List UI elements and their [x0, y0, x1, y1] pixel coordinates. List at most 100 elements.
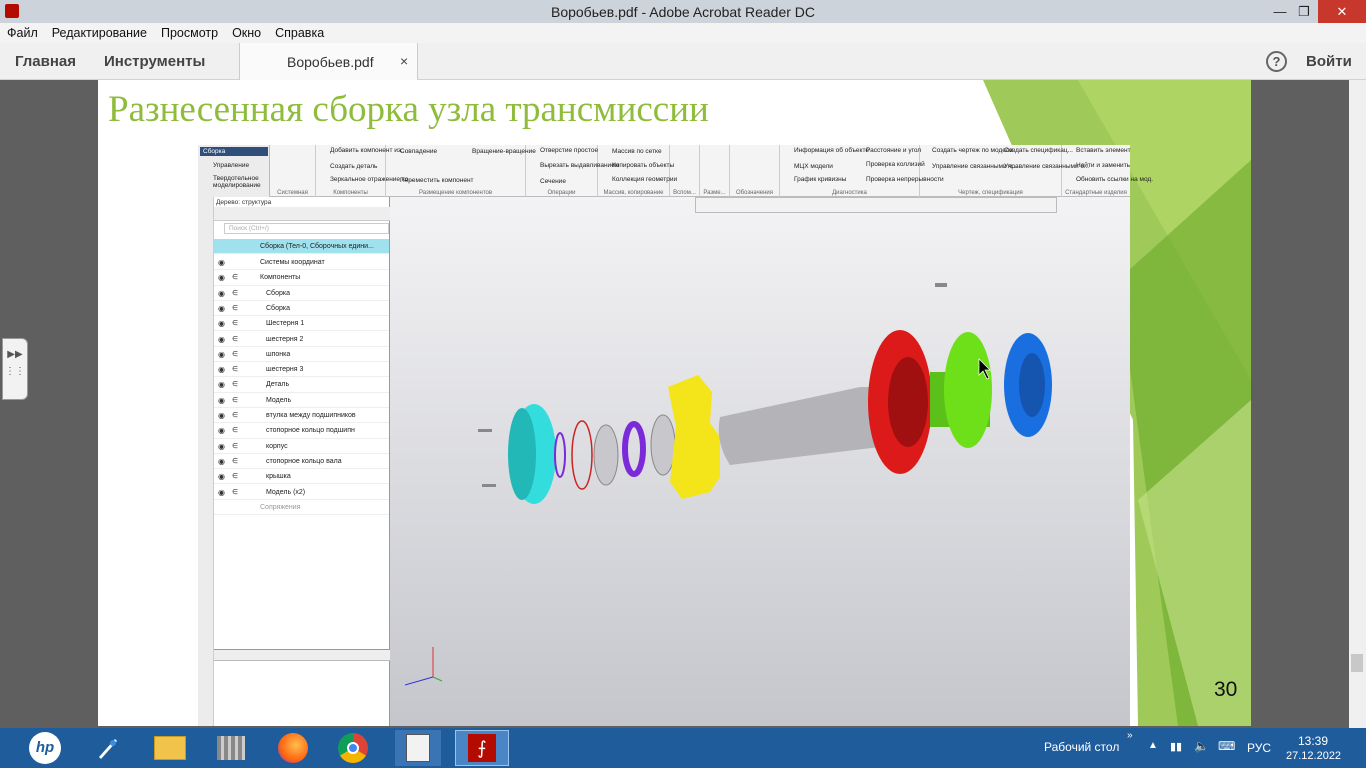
- tree-item[interactable]: ◉ ∈ Модель: [214, 393, 389, 408]
- include-icon[interactable]: ∈: [232, 301, 238, 316]
- tree-item[interactable]: ◉ ∈ Деталь: [214, 377, 389, 393]
- include-icon[interactable]: ∈: [232, 286, 238, 301]
- include-icon[interactable]: ∈: [232, 316, 238, 331]
- include-icon[interactable]: ∈: [232, 332, 238, 347]
- tree-item[interactable]: ◉ ∈ крышка: [214, 469, 389, 485]
- find-replace-button[interactable]: Найти и заменить: [1076, 162, 1130, 169]
- 3d-viewport[interactable]: [390, 197, 1130, 726]
- tree-item[interactable]: ◉ ∈ стопорное кольцо вала: [214, 454, 389, 470]
- include-icon[interactable]: ∈: [232, 485, 238, 500]
- desktop-toolbar-label[interactable]: Рабочий стол: [1044, 740, 1119, 754]
- tab-home[interactable]: Главная: [15, 53, 76, 70]
- mode-tab-assembly[interactable]: Сборка: [200, 147, 268, 156]
- visibility-eye-icon[interactable]: ◉: [218, 469, 225, 484]
- create-part-button[interactable]: Создать деталь: [330, 163, 377, 170]
- tree-item[interactable]: Сопряжения: [214, 500, 389, 516]
- curvature-graph-button[interactable]: График кривизны: [794, 176, 846, 183]
- scrollbar-thumb[interactable]: [1351, 654, 1363, 672]
- tree-item[interactable]: ◉ ∈ втулка между подшипников: [214, 408, 389, 424]
- hp-start-icon[interactable]: hp: [22, 730, 68, 766]
- coincidence-button[interactable]: Совпадение: [400, 148, 437, 155]
- visibility-eye-icon[interactable]: ◉: [218, 255, 225, 270]
- visibility-eye-icon[interactable]: ◉: [218, 408, 225, 423]
- vertical-scrollbar[interactable]: [1349, 80, 1366, 728]
- include-icon[interactable]: ∈: [232, 377, 238, 392]
- include-icon[interactable]: ∈: [232, 423, 238, 438]
- tree-search-input[interactable]: Поиск (Ctrl+/): [224, 223, 389, 234]
- include-icon[interactable]: ∈: [232, 270, 238, 285]
- minimize-button[interactable]: —: [1268, 0, 1292, 23]
- kompas-rocket-icon[interactable]: [85, 730, 131, 766]
- tree-item[interactable]: ◉ ∈ Модель (x2): [214, 485, 389, 500]
- documents-app-icon[interactable]: [395, 730, 441, 766]
- visibility-eye-icon[interactable]: ◉: [218, 332, 225, 347]
- visibility-eye-icon[interactable]: ◉: [218, 377, 225, 392]
- visibility-eye-icon[interactable]: ◉: [218, 485, 225, 500]
- create-drawing-button[interactable]: Создать чертеж по модели: [932, 147, 1013, 154]
- side-panel-toggle[interactable]: ▶▶ ⋮⋮: [2, 338, 28, 400]
- tree-item[interactable]: ◉ ∈ стопорное кольцо подшипн: [214, 423, 389, 439]
- include-icon[interactable]: ∈: [232, 439, 238, 454]
- menu-help[interactable]: Справка: [275, 26, 324, 40]
- tree-item[interactable]: ◉ ∈ шестерня 3: [214, 362, 389, 378]
- menu-file[interactable]: Файл: [7, 26, 38, 40]
- tree-item[interactable]: ◉ ∈ корпус: [214, 439, 389, 454]
- network-icon[interactable]: ▮▮: [1170, 740, 1182, 753]
- firefox-icon[interactable]: [270, 730, 316, 766]
- tree-item[interactable]: ◉ ∈ Шестерня 1: [214, 316, 389, 332]
- visibility-eye-icon[interactable]: ◉: [218, 454, 225, 469]
- building-app-icon[interactable]: [208, 730, 254, 766]
- clock-time[interactable]: 13:39: [1298, 734, 1328, 748]
- tree-item[interactable]: ◉ ∈ шпонка: [214, 347, 389, 363]
- tab-document[interactable]: Воробьев.pdf ×: [239, 43, 418, 80]
- acrobat-taskbar-icon[interactable]: ⨍: [455, 730, 509, 766]
- include-icon[interactable]: ∈: [232, 469, 238, 484]
- object-info-button[interactable]: Информация об объекте: [794, 147, 869, 154]
- login-button[interactable]: Войти: [1306, 53, 1352, 70]
- tree-item[interactable]: ◉ ∈ шестерня 2: [214, 332, 389, 347]
- visibility-eye-icon[interactable]: ◉: [218, 362, 225, 377]
- grid-array-button[interactable]: Массив по сетке: [612, 148, 662, 155]
- file-explorer-icon[interactable]: [147, 730, 193, 766]
- simple-hole-button[interactable]: Отверстие простое: [540, 147, 598, 154]
- visibility-eye-icon[interactable]: ◉: [218, 316, 225, 331]
- include-icon[interactable]: ∈: [232, 408, 238, 423]
- visibility-eye-icon[interactable]: ◉: [218, 270, 225, 285]
- section-button[interactable]: Сечение: [540, 178, 566, 185]
- copy-objects-button[interactable]: Копировать объекты: [612, 162, 674, 169]
- include-icon[interactable]: ∈: [232, 347, 238, 362]
- update-links-button[interactable]: Обновить ссылки на мод.: [1076, 176, 1153, 183]
- visibility-eye-icon[interactable]: ◉: [218, 301, 225, 316]
- tree-item[interactable]: ◉ ∈ Компоненты: [214, 270, 389, 286]
- mode-tab-management[interactable]: Управление: [213, 162, 249, 169]
- menu-edit[interactable]: Редактирование: [52, 26, 147, 40]
- tree-root-item[interactable]: Сборка (Тел-0, Сборочных едини...: [214, 239, 389, 255]
- close-tab-icon[interactable]: ×: [400, 53, 408, 69]
- visibility-eye-icon[interactable]: ◉: [218, 393, 225, 408]
- tree-item[interactable]: ◉ ∈ Сборка: [214, 301, 389, 317]
- volume-icon[interactable]: 🔈: [1194, 739, 1209, 753]
- visibility-eye-icon[interactable]: ◉: [218, 439, 225, 454]
- include-icon[interactable]: ∈: [232, 454, 238, 469]
- mass-properties-button[interactable]: МЦХ модели: [794, 163, 833, 170]
- include-icon[interactable]: ∈: [232, 362, 238, 377]
- close-button[interactable]: ✕: [1318, 0, 1366, 23]
- mode-tab-solid[interactable]: Твердотельное моделирование: [213, 175, 267, 189]
- distance-angle-button[interactable]: Расстояние и угол: [866, 147, 921, 154]
- language-indicator[interactable]: РУС: [1247, 741, 1271, 755]
- tab-tools[interactable]: Инструменты: [104, 53, 205, 70]
- toolbar-chevron-icon[interactable]: »: [1127, 730, 1133, 741]
- menu-view[interactable]: Просмотр: [161, 26, 218, 40]
- tree-item[interactable]: ◉ ∈ Сборка: [214, 286, 389, 301]
- visibility-eye-icon[interactable]: ◉: [218, 286, 225, 301]
- collision-check-button[interactable]: Проверка коллизий: [866, 161, 925, 168]
- chrome-icon[interactable]: [330, 730, 376, 766]
- clock-date[interactable]: 27.12.2022: [1286, 750, 1341, 762]
- insert-element-button[interactable]: Вставить элемент: [1076, 147, 1131, 154]
- menu-window[interactable]: Окно: [232, 26, 261, 40]
- visibility-eye-icon[interactable]: ◉: [218, 423, 225, 438]
- keyboard-icon[interactable]: ⌨: [1218, 739, 1235, 753]
- help-icon[interactable]: ?: [1266, 51, 1287, 72]
- tree-item[interactable]: ◉ Системы координат: [214, 255, 389, 271]
- include-icon[interactable]: ∈: [232, 393, 238, 408]
